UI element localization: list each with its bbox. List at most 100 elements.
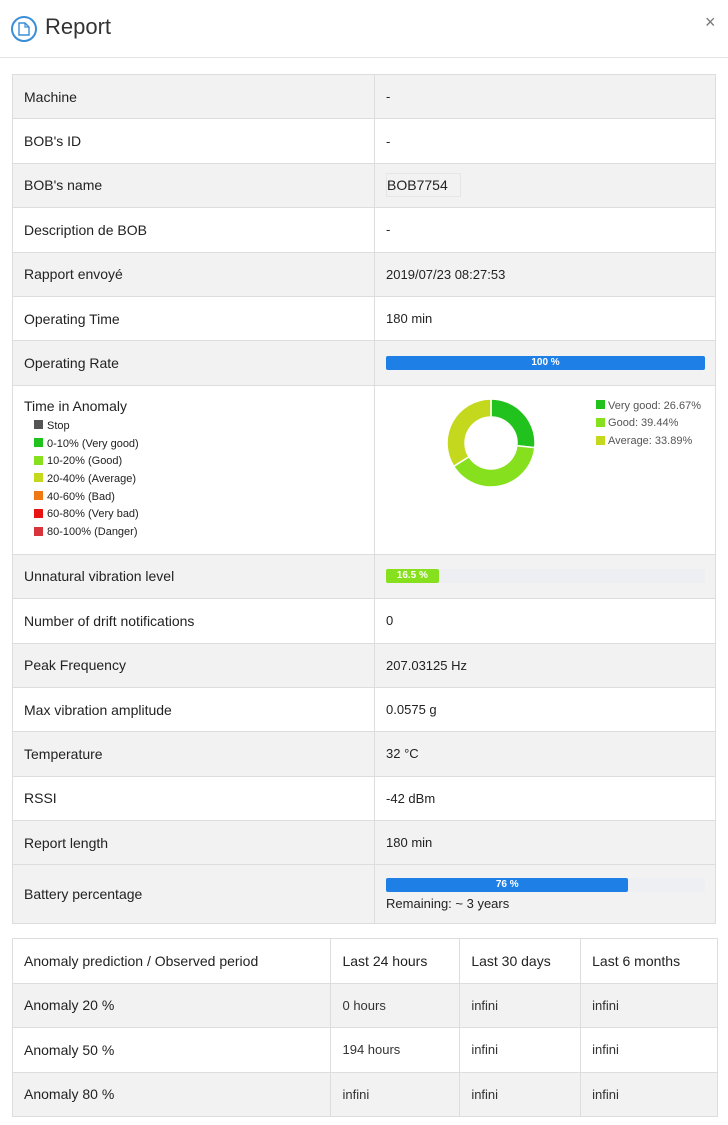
legend-label: Stop	[47, 419, 70, 432]
anomaly-label: Time in Anomaly	[24, 397, 127, 414]
operating-rate-text: 100 %	[531, 357, 560, 369]
table-cell: infini	[330, 1071, 461, 1117]
donut-chart	[446, 397, 536, 488]
close-icon[interactable]: ×	[705, 12, 716, 33]
row-value: -42 dBm	[374, 775, 716, 822]
row-value: 0	[374, 598, 716, 644]
page-title: Report	[45, 14, 112, 39]
table-cell: infini	[459, 982, 582, 1028]
row-label: Machine	[11, 73, 376, 120]
table-row: BOB's name BOB7754	[11, 162, 716, 209]
row-label: Battery percentage	[11, 864, 376, 925]
column-header: Last 30 days	[459, 938, 582, 984]
table-row: Time in Anomaly Stop 0-10% (Very good) 10-…	[11, 384, 716, 555]
legend-label: 10-20% (Good)	[47, 455, 123, 468]
legend-label: 40-60% (Bad)	[47, 490, 115, 503]
table-cell: infini	[580, 1027, 718, 1073]
prediction-table: Anomaly prediction / Observed period Las…	[11, 938, 718, 1117]
chart-legend-item: Good: 39.44%	[596, 415, 701, 433]
row-label: Temperature	[11, 731, 376, 777]
table-cell: infini	[580, 1071, 718, 1117]
row-value: 100 %	[374, 340, 716, 386]
legend-item: Stop	[24, 418, 374, 436]
table-row: Anomaly 50 % 194 hours infini infini	[11, 1027, 718, 1073]
row-label: Unnatural vibration level	[11, 553, 376, 600]
row-label: Number of drift notifications	[11, 598, 376, 644]
table-row: Number of drift notifications 0	[11, 598, 716, 644]
column-header: Anomaly prediction / Observed period	[11, 938, 332, 984]
row-value: 32 °C	[374, 731, 716, 777]
chart-legend: Very good: 26.67% Good: 39.44% Average: 33…	[596, 398, 701, 451]
chart-legend-swatch	[596, 435, 606, 445]
row-value: -	[374, 73, 716, 120]
row-label: Rapport envoyé	[11, 251, 376, 297]
column-header: Last 6 months	[580, 938, 718, 984]
operating-rate-bar: 100 %	[386, 356, 706, 371]
chart-legend-label: Average: 33.89%	[608, 434, 693, 447]
row-label: Operating Time	[11, 295, 376, 342]
document-icon	[11, 16, 37, 42]
row-value: -	[374, 207, 716, 253]
table-cell: infini	[459, 1027, 582, 1073]
table-header-row: Anomaly prediction / Observed period Las…	[11, 938, 718, 984]
table-row: Battery percentage 76 % Remaining: ~ 3 y…	[11, 864, 716, 925]
row-value: BOB7754	[374, 162, 716, 209]
row-label: BOB's name	[11, 162, 376, 209]
legend-swatch	[34, 438, 43, 448]
legend-item: 20-40% (Average)	[24, 471, 374, 489]
legend-item: 0-10% (Very good)	[24, 436, 374, 454]
table-cell: Anomaly 50 %	[11, 1027, 332, 1073]
legend-label: 0-10% (Very good)	[47, 437, 139, 450]
battery-bar: 76 %	[386, 877, 706, 892]
report-header: Report ×	[0, 0, 728, 58]
row-value: 2019/07/23 08:27:53	[374, 251, 716, 297]
table-row: Machine -	[11, 73, 716, 120]
legend-item: 80-100% (Danger)	[24, 524, 374, 542]
table-row: Anomaly 80 % infini infini infini	[11, 1071, 718, 1117]
legend-swatch	[34, 526, 43, 536]
row-value: 16.5 %	[374, 553, 716, 600]
table-row: Unnatural vibration level 16.5 %	[11, 553, 716, 600]
table-row: Operating Rate 100 %	[11, 340, 716, 386]
chart-legend-item: Average: 33.89%	[596, 433, 701, 451]
row-label: Time in Anomaly Stop 0-10% (Very good) 10-…	[11, 384, 376, 555]
row-label: Peak Frequency	[11, 642, 376, 688]
row-value: 207.03125 Hz	[374, 642, 716, 688]
table-row: Description de BOB -	[11, 207, 716, 253]
donut-slice-average	[446, 397, 492, 468]
column-header: Last 24 hours	[330, 938, 461, 984]
vibration-text: 16.5 %	[396, 570, 428, 582]
legend-label: 80-100% (Danger)	[47, 525, 138, 538]
chart-legend-label: Very good: 26.67%	[608, 399, 701, 412]
anomaly-legend: Stop 0-10% (Very good) 10-20% (Good) 20-40%…	[24, 418, 374, 542]
legend-item: 60-80% (Very bad)	[24, 506, 374, 524]
legend-swatch	[34, 420, 43, 430]
legend-swatch	[34, 508, 43, 518]
table-cell: infini	[459, 1071, 582, 1117]
row-value: 180 min	[374, 820, 716, 866]
chart-legend-swatch	[596, 400, 606, 410]
table-row: Anomaly 20 % 0 hours infini infini	[11, 982, 718, 1028]
chart-legend-swatch	[596, 417, 606, 427]
legend-swatch	[34, 491, 43, 501]
legend-swatch	[34, 473, 43, 483]
row-label: Operating Rate	[11, 340, 376, 386]
table-row: Peak Frequency 207.03125 Hz	[11, 642, 716, 688]
row-value: 0.0575 g	[374, 686, 716, 733]
report-table: Machine - BOB's ID - BOB's name BOB7754 …	[11, 73, 716, 925]
legend-item: 40-60% (Bad)	[24, 489, 374, 507]
table-cell: Anomaly 20 %	[11, 982, 332, 1028]
table-cell: Anomaly 80 %	[11, 1071, 332, 1117]
row-value: 76 % Remaining: ~ 3 years	[374, 864, 716, 925]
chart-legend-item: Very good: 26.67%	[596, 398, 701, 416]
row-value: Very good: 26.67% Good: 39.44% Average: 33…	[374, 384, 716, 555]
battery-text: 76 %	[495, 878, 519, 890]
table-cell: infini	[580, 982, 718, 1028]
legend-label: 60-80% (Very bad)	[47, 508, 139, 521]
table-cell: 194 hours	[330, 1027, 461, 1073]
donut-slice-very-good	[490, 397, 536, 449]
anomaly-chart: Very good: 26.67% Good: 39.44% Average: 33…	[386, 386, 715, 554]
vibration-bar: 16.5 %	[386, 569, 706, 584]
table-row: Operating Time 180 min	[11, 295, 716, 342]
table-row: Temperature 32 °C	[11, 731, 716, 777]
